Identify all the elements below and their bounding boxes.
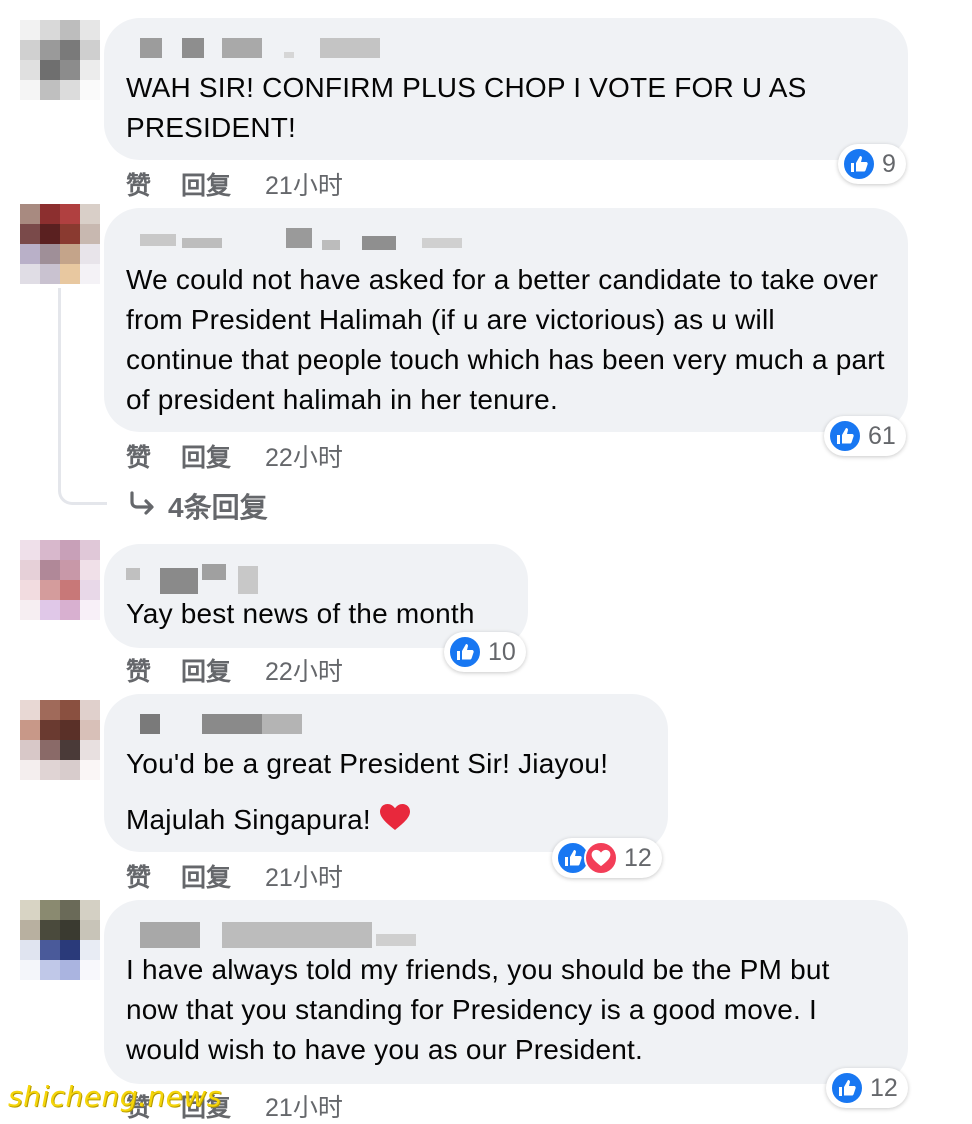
reaction-summary[interactable]: 12 (826, 1068, 908, 1108)
avatar[interactable] (20, 900, 100, 980)
comment-5: I have always told my friends, you shoul… (0, 0, 972, 1122)
reaction-count: 12 (870, 1073, 898, 1102)
watermark: shicheng.news (8, 1080, 222, 1113)
like-icon (830, 1071, 864, 1105)
timestamp[interactable]: 21小时 (265, 1088, 343, 1124)
comment-bubble: I have always told my friends, you shoul… (104, 900, 908, 1084)
comment-text: I have always told my friends, you shoul… (126, 954, 830, 1065)
blurred-author-name[interactable] (126, 920, 930, 948)
